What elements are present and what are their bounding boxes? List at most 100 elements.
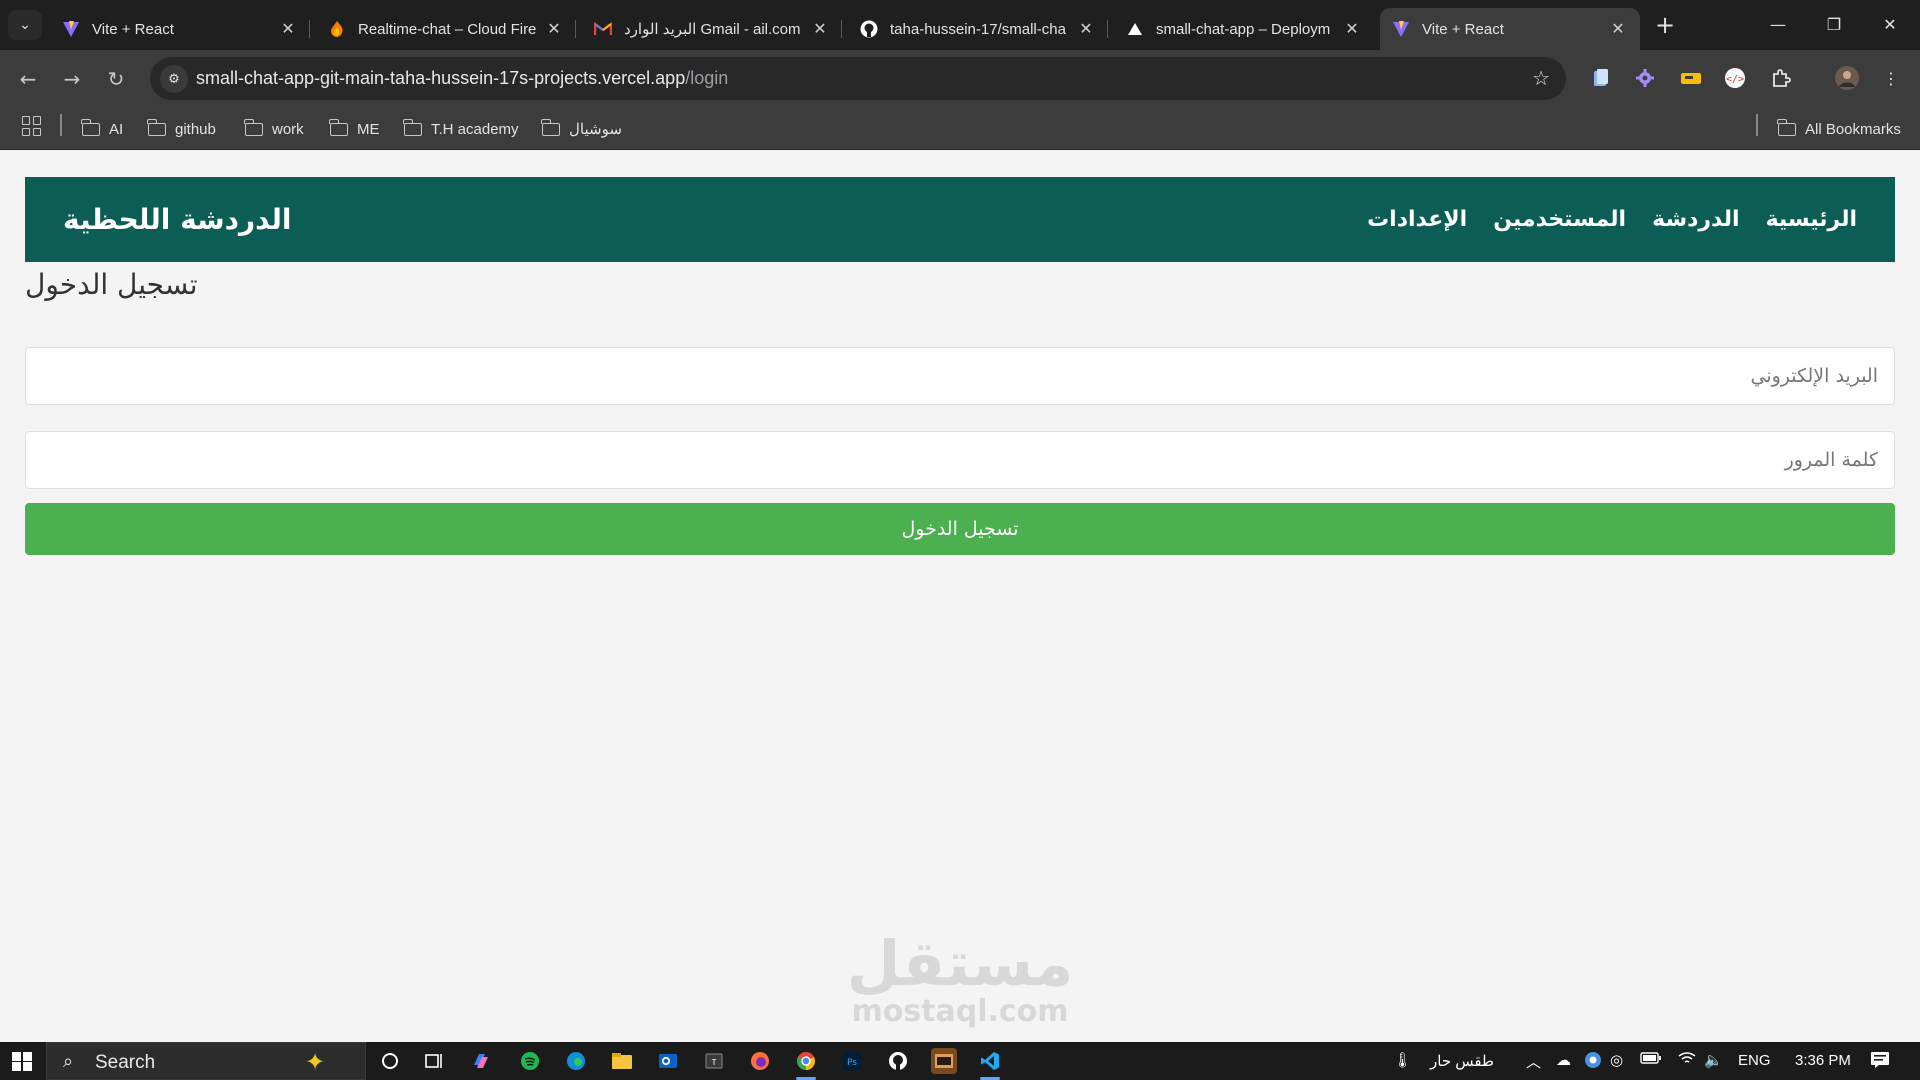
- start-button[interactable]: [12, 1052, 32, 1071]
- firefox-icon[interactable]: [747, 1048, 773, 1074]
- gmail-icon: [594, 20, 612, 38]
- watermark-arabic-text: مستقل: [846, 927, 1074, 1000]
- tab-title: taha-hussein-17/small-cha: [890, 20, 1066, 38]
- login-submit-button[interactable]: تسجيل الدخول: [25, 503, 1895, 555]
- close-tab-icon[interactable]: ✕: [544, 19, 564, 39]
- weather-text[interactable]: طقس حار: [1430, 1052, 1494, 1070]
- close-tab-icon[interactable]: ✕: [278, 19, 298, 39]
- close-window-button[interactable]: ✕: [1862, 8, 1918, 40]
- windows-taskbar: ⌕ Search ✦ T Ps 🌡 طقس حار ︿ ☁ ◎ 🔈 ENG 3:…: [0, 1042, 1920, 1080]
- svg-text:T: T: [712, 1058, 717, 1067]
- login-page-title: تسجيل الدخول: [25, 268, 198, 301]
- bookmark-label: سوشيال: [569, 121, 622, 138]
- wifi-icon[interactable]: [1678, 1051, 1696, 1069]
- devtools-extension-icon[interactable]: </>: [1722, 65, 1748, 91]
- terminal-icon[interactable]: T: [701, 1048, 727, 1074]
- close-tab-icon[interactable]: ✕: [1608, 19, 1628, 39]
- cloud-sync-icon[interactable]: ☁: [1556, 1051, 1571, 1069]
- restore-button[interactable]: ❐: [1806, 8, 1862, 40]
- task-view-icon[interactable]: [422, 1048, 448, 1074]
- forward-button[interactable]: →: [56, 63, 88, 95]
- bookmark-label: ME: [357, 120, 380, 138]
- gear-extension-icon[interactable]: [1632, 65, 1658, 91]
- notification-center-icon[interactable]: [1870, 1051, 1890, 1073]
- apps-grid-icon[interactable]: [22, 116, 42, 136]
- document-extension-icon[interactable]: [1588, 65, 1614, 91]
- nav-home-link[interactable]: الرئيسية: [1766, 207, 1857, 232]
- close-tab-icon[interactable]: ✕: [810, 19, 830, 39]
- outlook-icon[interactable]: [655, 1048, 681, 1074]
- folder-icon: [244, 118, 263, 136]
- chrome-icon[interactable]: [793, 1048, 819, 1080]
- github-desktop-icon[interactable]: [885, 1048, 911, 1074]
- bookmark-folder-github[interactable]: github: [147, 118, 216, 140]
- highlighter-extension-icon[interactable]: [1678, 65, 1704, 91]
- vercel-icon: [1126, 20, 1144, 38]
- file-explorer-icon[interactable]: [609, 1048, 635, 1074]
- email-input[interactable]: [25, 347, 1895, 405]
- app-window-icon[interactable]: [931, 1048, 957, 1074]
- extensions-puzzle-icon[interactable]: [1768, 65, 1794, 91]
- input-language-indicator[interactable]: ENG: [1738, 1052, 1771, 1069]
- site-info-icon[interactable]: ⚙: [160, 65, 188, 93]
- cortana-icon[interactable]: [377, 1048, 403, 1074]
- weather-thermometer-icon[interactable]: 🌡: [1393, 1051, 1412, 1069]
- github-icon: [860, 20, 878, 38]
- tab-gmail[interactable]: البريد الوارد Gmail - ail.com ✕: [582, 8, 842, 50]
- url-text[interactable]: small-chat-app-git-main-taha-hussein-17s…: [196, 68, 728, 89]
- reload-icon: ↻: [107, 67, 125, 91]
- watermark-latin-text: mostaql.com: [851, 994, 1069, 1029]
- address-bar[interactable]: ⚙ small-chat-app-git-main-taha-hussein-1…: [150, 57, 1566, 100]
- svg-text:Ps: Ps: [847, 1058, 857, 1068]
- tab-github[interactable]: taha-hussein-17/small-cha ✕: [848, 8, 1108, 50]
- edge-icon[interactable]: [563, 1048, 589, 1074]
- nav-settings-link[interactable]: الإعدادات: [1367, 207, 1467, 232]
- browser-toolbar: ← → ↻ ⚙ small-chat-app-git-main-taha-hus…: [0, 50, 1920, 108]
- browser-menu-icon[interactable]: ⋮: [1878, 65, 1904, 91]
- tab-vite-react-1[interactable]: Vite + React ✕: [50, 8, 310, 50]
- bookmark-folder-work[interactable]: work: [244, 118, 304, 140]
- tab-firebase[interactable]: Realtime-chat – Cloud Fire ✕: [316, 8, 576, 50]
- all-bookmarks-button[interactable]: All Bookmarks: [1777, 118, 1901, 140]
- battery-icon[interactable]: [1640, 1051, 1662, 1069]
- tab-strip: ⌄ Vite + React ✕ Realtime-chat – Cloud F…: [0, 0, 1920, 50]
- svg-text:</>: </>: [1726, 74, 1744, 85]
- new-tab-button[interactable]: +: [1650, 10, 1680, 40]
- bookmark-folder-th-academy[interactable]: T.H academy: [403, 118, 519, 140]
- clock-time[interactable]: 3:36 PM: [1795, 1052, 1851, 1069]
- minimize-button[interactable]: —: [1750, 8, 1806, 40]
- bookmark-label: AI: [109, 120, 124, 138]
- bookmark-star-icon[interactable]: ☆: [1532, 66, 1550, 90]
- taskbar-search-box[interactable]: ⌕ Search ✦: [46, 1042, 366, 1080]
- copilot-icon[interactable]: [468, 1048, 494, 1074]
- bookmark-folder-me[interactable]: ME: [329, 118, 380, 140]
- folder-icon: [541, 118, 560, 136]
- close-tab-icon[interactable]: ✕: [1342, 19, 1362, 39]
- back-button[interactable]: ←: [12, 63, 44, 95]
- tab-search-menu-button[interactable]: ⌄: [8, 10, 42, 40]
- volume-icon[interactable]: 🔈: [1704, 1051, 1723, 1069]
- vite-icon: [62, 20, 80, 38]
- search-label: Search: [95, 1052, 156, 1073]
- photoshop-icon[interactable]: Ps: [839, 1048, 865, 1074]
- reload-button[interactable]: ↻: [100, 63, 132, 95]
- folder-icon: [81, 118, 100, 136]
- tab-vite-react-active[interactable]: Vite + React ✕: [1380, 8, 1640, 50]
- tab-vercel[interactable]: small-chat-app – Deploym ✕: [1114, 8, 1374, 50]
- tab-title: Vite + React: [1422, 20, 1504, 38]
- close-tab-icon[interactable]: ✕: [1076, 19, 1096, 39]
- web-page: الرئيسية الدردشة المستخدمين الإعدادات ال…: [0, 151, 1920, 1042]
- profile-avatar[interactable]: [1834, 65, 1860, 91]
- nav-chat-link[interactable]: الدردشة: [1652, 207, 1739, 232]
- headset-icon[interactable]: ◎: [1610, 1051, 1623, 1069]
- bookmark-label: github: [175, 120, 216, 138]
- bookmark-folder-social[interactable]: سوشيال: [541, 118, 622, 140]
- vscode-icon[interactable]: [977, 1048, 1003, 1080]
- forward-arrow-icon: →: [63, 67, 81, 91]
- spotify-icon[interactable]: [517, 1048, 543, 1074]
- password-input[interactable]: [25, 431, 1895, 489]
- show-hidden-icons-chevron-icon[interactable]: ︿: [1526, 1051, 1541, 1072]
- nav-users-link[interactable]: المستخدمين: [1493, 207, 1626, 232]
- app-tray-blue-icon[interactable]: [1584, 1051, 1602, 1073]
- bookmark-folder-ai[interactable]: AI: [81, 118, 124, 140]
